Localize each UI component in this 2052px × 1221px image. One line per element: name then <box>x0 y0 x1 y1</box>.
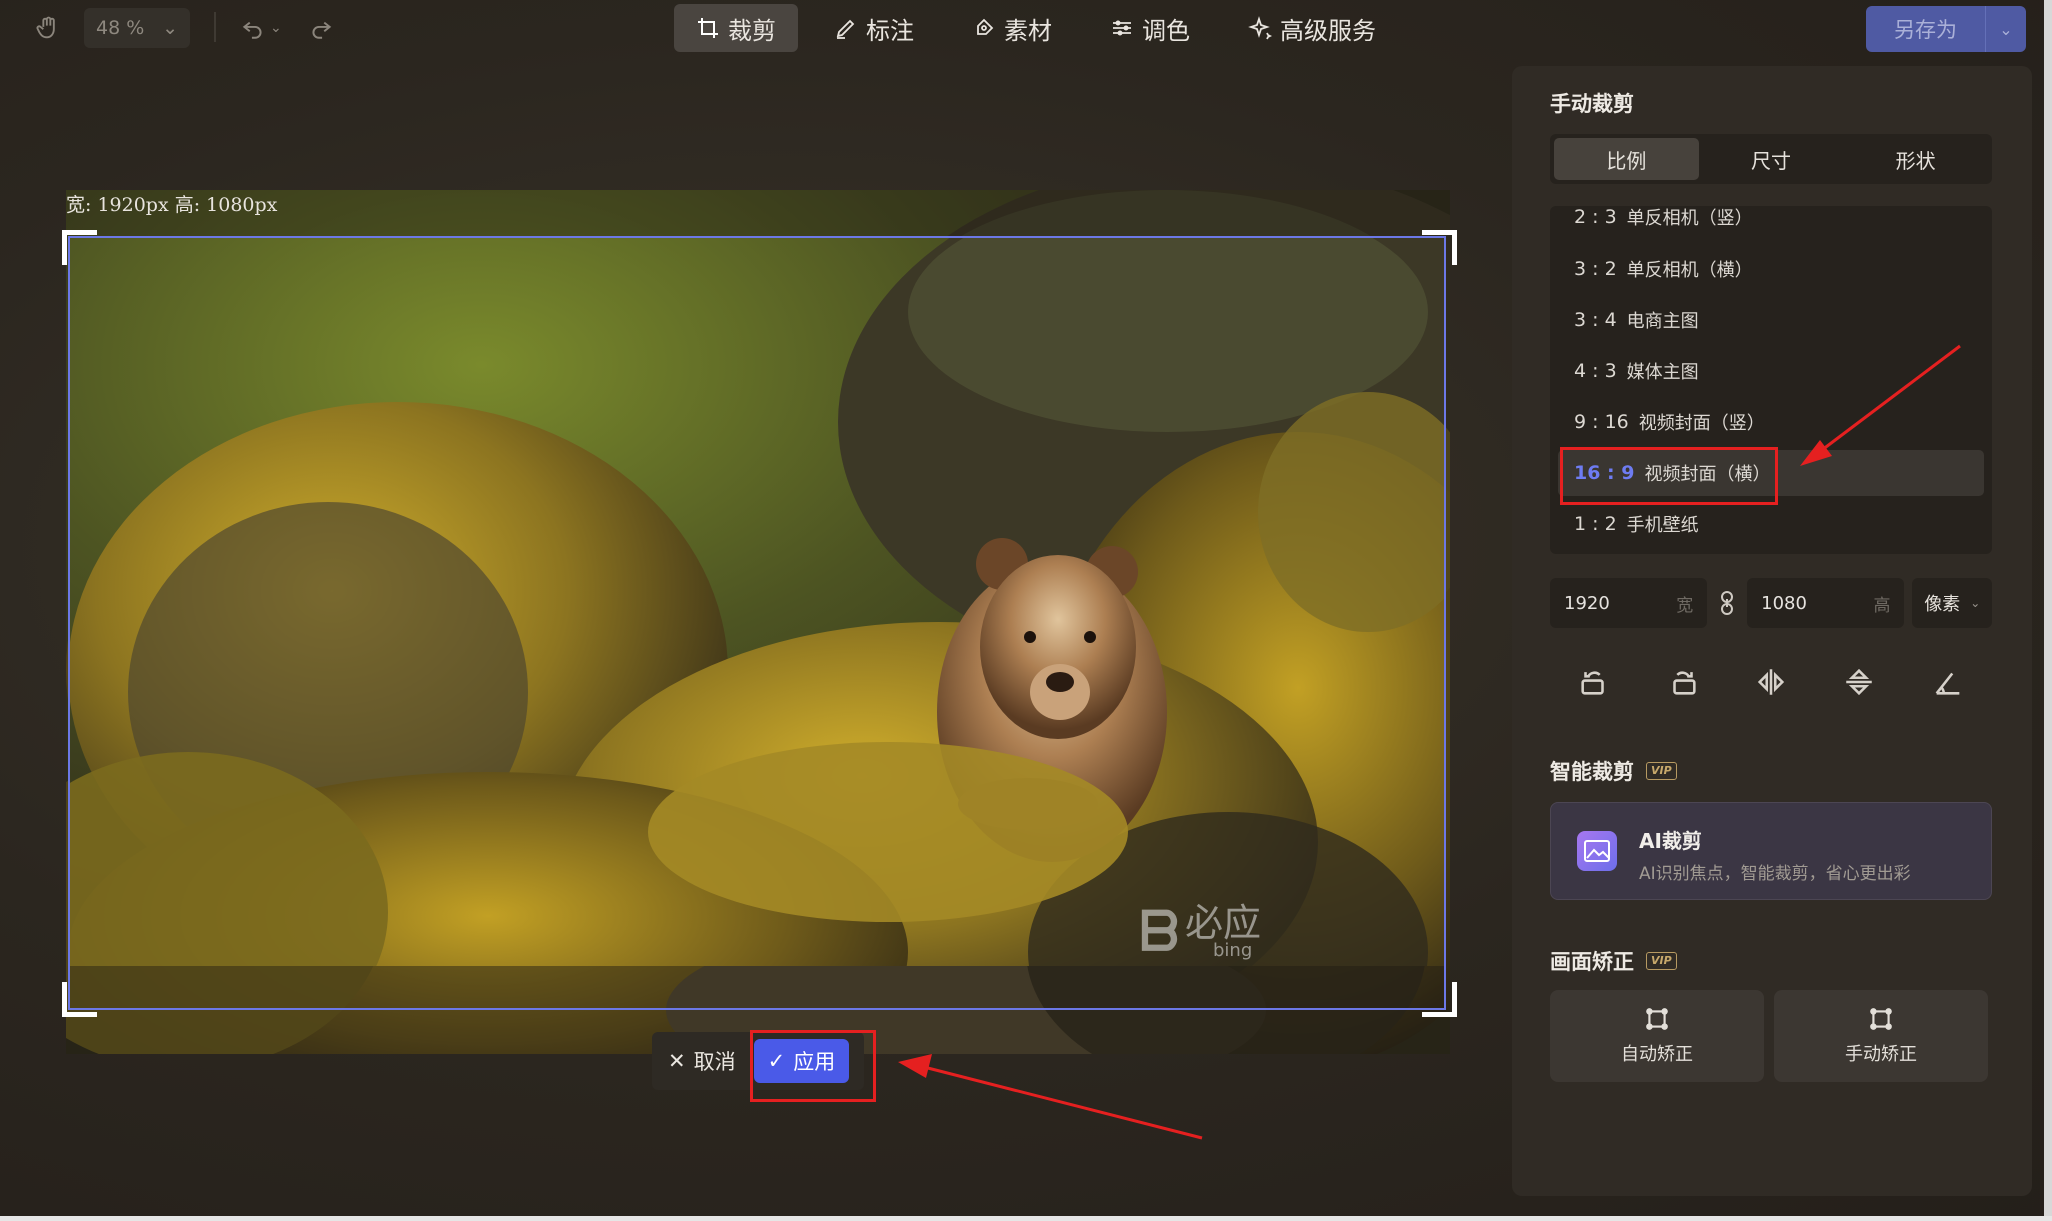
annotation-arrows <box>898 344 1961 1140</box>
arrowhead <box>1800 440 1832 466</box>
arrowhead <box>898 1054 932 1078</box>
arrow-to-ratio <box>1813 344 1961 458</box>
window-edge <box>2044 0 2052 1221</box>
arrow-to-apply <box>919 1064 1203 1140</box>
window-edge <box>0 1216 2052 1221</box>
